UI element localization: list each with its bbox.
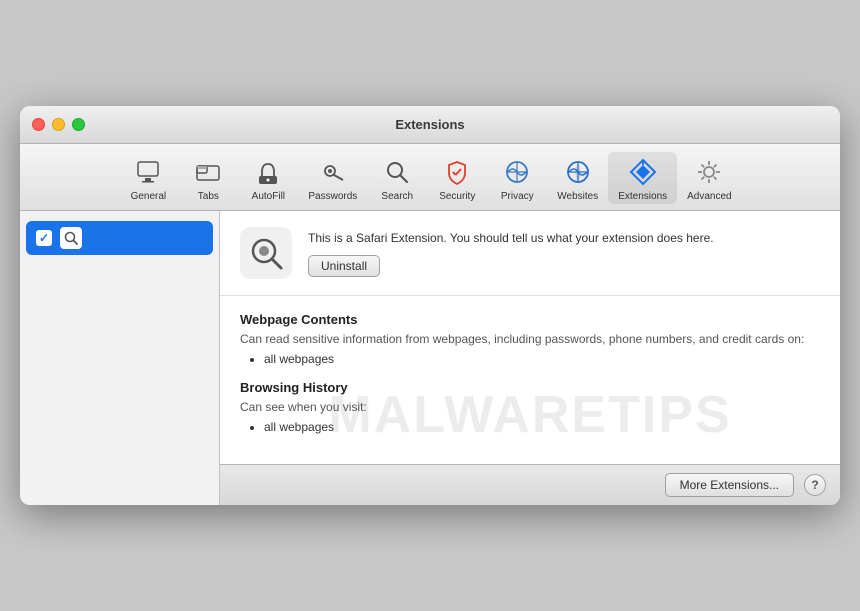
extensions-label: Extensions <box>618 191 667 202</box>
advanced-label: Advanced <box>687 191 731 202</box>
perm-title-1: Browsing History <box>240 380 820 395</box>
perm-title-0: Webpage Contents <box>240 312 820 327</box>
permissions-section: Webpage Contents Can read sensitive info… <box>220 296 840 464</box>
toolbar-item-autofill[interactable]: AutoFill <box>238 152 298 204</box>
sidebar: ✓ <box>20 211 220 505</box>
toolbar-item-privacy[interactable]: Privacy <box>487 152 547 204</box>
perm-desc-0: Can read sensitive information from webp… <box>240 331 820 348</box>
sidebar-item-search-ext[interactable]: ✓ <box>26 221 213 255</box>
main-window: Extensions General Tabs <box>20 106 840 505</box>
toolbar-item-websites[interactable]: Websites <box>547 152 608 204</box>
passwords-label: Passwords <box>308 191 357 202</box>
autofill-icon <box>252 156 284 188</box>
checkmark-icon: ✓ <box>39 232 49 244</box>
perm-desc-1: Can see when you visit: <box>240 399 820 416</box>
perm-list-item: all webpages <box>264 420 820 434</box>
toolbar-item-advanced[interactable]: Advanced <box>677 152 741 204</box>
websites-label: Websites <box>557 191 598 202</box>
toolbar: General Tabs AutoFill <box>20 144 840 211</box>
toolbar-item-search[interactable]: Search <box>367 152 427 204</box>
close-button[interactable] <box>32 118 45 131</box>
extension-icon-large <box>240 227 292 279</box>
toolbar-item-passwords[interactable]: Passwords <box>298 152 367 204</box>
more-extensions-button[interactable]: More Extensions... <box>665 473 794 497</box>
privacy-label: Privacy <box>501 191 534 202</box>
traffic-lights <box>32 118 85 131</box>
help-button[interactable]: ? <box>804 474 826 496</box>
extension-description: This is a Safari Extension. You should t… <box>308 230 820 247</box>
permission-webpage-contents: Webpage Contents Can read sensitive info… <box>240 312 820 366</box>
perm-list-1: all webpages <box>240 420 820 434</box>
uninstall-button[interactable]: Uninstall <box>308 255 380 277</box>
perm-list-item: all webpages <box>264 352 820 366</box>
tabs-label: Tabs <box>198 191 219 202</box>
autofill-label: AutoFill <box>252 191 285 202</box>
search-toolbar-icon <box>381 156 413 188</box>
privacy-icon <box>501 156 533 188</box>
toolbar-item-extensions[interactable]: Extensions <box>608 152 677 204</box>
websites-icon <box>562 156 594 188</box>
minimize-button[interactable] <box>52 118 65 131</box>
advanced-icon <box>693 156 725 188</box>
general-icon <box>132 156 164 188</box>
security-icon <box>441 156 473 188</box>
extension-header: This is a Safari Extension. You should t… <box>220 211 840 296</box>
toolbar-item-general[interactable]: General <box>118 152 178 204</box>
extension-sidebar-icon <box>60 227 82 249</box>
detail-panel: MALWARETIPS This is a Safari Extension. … <box>220 211 840 505</box>
general-label: General <box>131 191 167 202</box>
zoom-button[interactable] <box>72 118 85 131</box>
titlebar: Extensions <box>20 106 840 144</box>
perm-list-0: all webpages <box>240 352 820 366</box>
tabs-icon <box>192 156 224 188</box>
extension-checkbox[interactable]: ✓ <box>36 230 52 246</box>
permission-browsing-history: Browsing History Can see when you visit:… <box>240 380 820 434</box>
toolbar-item-tabs[interactable]: Tabs <box>178 152 238 204</box>
extensions-icon <box>627 156 659 188</box>
extension-header-text: This is a Safari Extension. You should t… <box>308 230 820 277</box>
security-label: Security <box>439 191 475 202</box>
bottom-bar: More Extensions... ? <box>220 464 840 505</box>
passwords-icon <box>317 156 349 188</box>
window-title: Extensions <box>395 117 464 132</box>
main-content: ✓ MALWARETIPS <box>20 211 840 505</box>
search-label: Search <box>381 191 413 202</box>
toolbar-item-security[interactable]: Security <box>427 152 487 204</box>
